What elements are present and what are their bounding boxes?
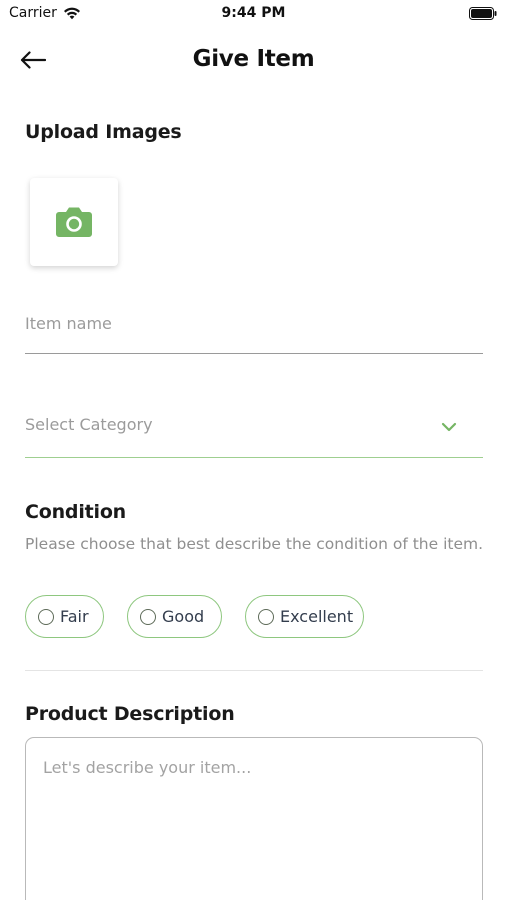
radio-icon [38,608,54,625]
condition-description: Please choose that best describe the con… [25,535,484,553]
radio-icon [140,608,156,625]
page-title: Give Item [192,46,315,72]
condition-option-label: Good [162,607,205,626]
camera-icon [56,207,92,237]
radio-icon [258,608,274,625]
item-name-field[interactable]: Item name [25,312,483,354]
condition-option-excellent[interactable]: Excellent [245,595,364,638]
upload-images-title: Upload Images [25,121,182,143]
condition-title: Condition [25,501,127,523]
product-description-title: Product Description [25,703,235,725]
item-name-placeholder: Item name [25,314,112,333]
product-description-textarea[interactable]: Let's describe your item... [25,737,483,900]
select-category-dropdown[interactable]: Select Category [25,415,483,458]
condition-option-good[interactable]: Good [127,595,222,638]
status-bar: Carrier 9:44 PM [0,0,507,28]
upload-image-button[interactable] [30,178,118,266]
battery-icon [469,7,497,20]
condition-option-fair[interactable]: Fair [25,595,104,638]
condition-option-label: Excellent [280,607,354,626]
status-time: 9:44 PM [221,5,286,21]
condition-option-label: Fair [60,607,89,626]
section-divider [25,670,483,671]
nav-bar: Give Item [0,38,507,82]
select-category-placeholder: Select Category [25,415,153,434]
product-description-placeholder: Let's describe your item... [43,758,252,777]
chevron-down-icon [441,422,457,432]
